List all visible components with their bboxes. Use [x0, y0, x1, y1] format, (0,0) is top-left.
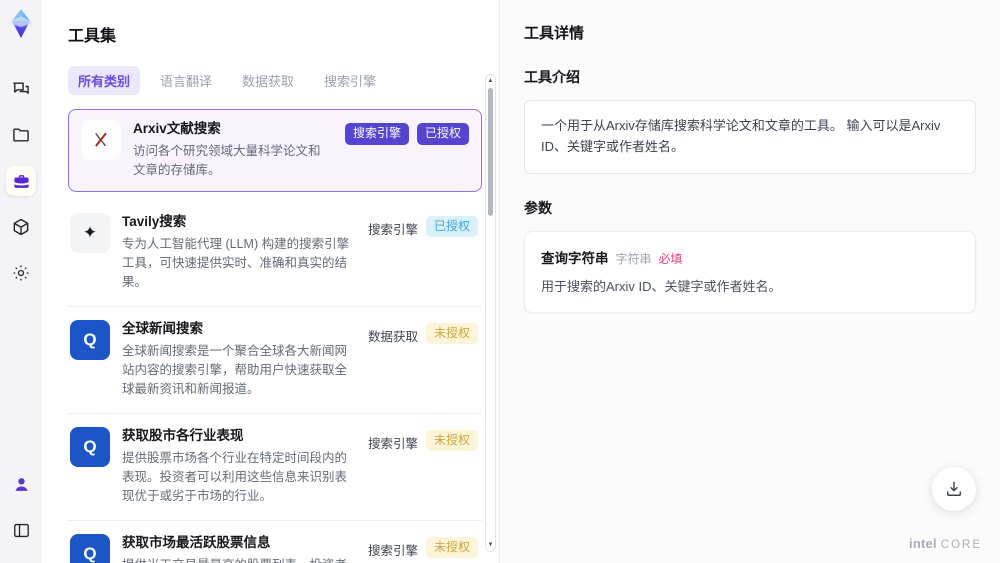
detail-title: 工具详情 [524, 25, 585, 42]
scrollbar-thumb[interactable] [488, 88, 493, 216]
intro-heading: 工具介绍 [524, 69, 580, 85]
category-label: 搜索引擎 [367, 436, 418, 451]
tool-detail-panel: 工具详情 工具介绍 一个用于从Arxiv存储库搜索科学论文和文章的工具。 输入可… [500, 0, 1000, 563]
left-rail [0, 0, 42, 563]
settings-gear-icon[interactable] [6, 258, 36, 288]
folder-icon[interactable] [6, 120, 36, 150]
list-scrollbar[interactable]: ▲ ▼ [485, 74, 496, 552]
auth-status-badge: 已授权 [416, 123, 469, 145]
chat-icon[interactable] [6, 74, 36, 104]
scroll-down-arrow-icon[interactable]: ▼ [486, 540, 495, 550]
tool-info: Tavily搜索 专为人工智能代理 (LLM) 构建的搜索引擎工具，可快速提供实… [122, 213, 356, 293]
tool-name: 获取市场最活跃股票信息 [122, 534, 271, 550]
tab-language-translation[interactable]: 语言翻译 [150, 66, 222, 95]
tool-description: 提供当天交易量最高的股票列表。投资者可以利用这些信息来识别流动性强的股票和潜在的… [122, 556, 352, 563]
tool-intro-text: 一个用于从Arxiv存储库搜索科学论文和文章的工具。 输入可以是Arxiv ID… [524, 100, 976, 174]
tavily-logo-icon: ✦ [70, 212, 110, 253]
collapse-panel-icon[interactable] [6, 515, 36, 545]
download-button[interactable] [932, 467, 976, 511]
tool-list-panel: 工具集 所有类别 语言翻译 数据获取 搜索引擎 Arxiv文献搜索 访问各个研究… [42, 0, 500, 563]
tool-card-global-news[interactable]: Q 全球新闻搜索 全球新闻搜索是一个聚合全球各大新闻网站内容的搜索引擎，帮助用户… [68, 307, 482, 414]
tool-name: 获取股市各行业表现 [122, 427, 244, 443]
tool-name: 全球新闻搜索 [122, 320, 203, 336]
user-avatar-icon[interactable] [6, 469, 36, 499]
tool-list: Arxiv文献搜索 访问各个研究领域大量科学论文和文章的存储库。 搜索引擎 已授… [68, 109, 482, 563]
auth-status-badge: 已授权 [425, 215, 478, 238]
tab-search-engine[interactable]: 搜索引擎 [314, 66, 386, 95]
tool-info: 获取市场最活跃股票信息 提供当天交易量最高的股票列表。投资者可以利用这些信息来识… [122, 534, 356, 563]
auth-status-badge: 未授权 [425, 536, 478, 559]
brand-core: CORE [940, 539, 982, 551]
active-stocks-logo-icon: Q [70, 533, 110, 563]
category-label: 数据获取 [367, 329, 418, 344]
param-required-flag: 必填 [658, 251, 683, 266]
tool-card-arxiv[interactable]: Arxiv文献搜索 访问各个研究领域大量科学论文和文章的存储库。 搜索引擎 已授… [68, 109, 482, 192]
auth-status-badge: 未授权 [425, 429, 478, 452]
category-label: 搜索引擎 [367, 222, 418, 237]
app-logo-icon [5, 8, 37, 40]
app-window: 工具集 所有类别 语言翻译 数据获取 搜索引擎 Arxiv文献搜索 访问各个研究… [0, 0, 1000, 563]
params-heading: 参数 [524, 199, 552, 216]
param-description: 用于搜索的Arxiv ID、关键字或作者姓名。 [541, 278, 782, 294]
tool-info: 全球新闻搜索 全球新闻搜索是一个聚合全球各大新闻网站内容的搜索引擎，帮助用户快速… [122, 320, 356, 400]
toolbox-icon[interactable] [6, 166, 36, 196]
param-type: 字符串 [615, 251, 652, 266]
category-badge: 搜索引擎 [344, 123, 409, 145]
tool-name: Arxiv文献搜索 [133, 121, 221, 136]
page-title: 工具集 [68, 28, 117, 45]
download-icon [947, 481, 961, 496]
intel-core-logo: intel CORE [909, 536, 982, 551]
tool-card-stock-sectors[interactable]: Q 获取股市各行业表现 提供股票市场各个行业在特定时间段内的表现。投资者可以利用… [68, 414, 482, 521]
tool-badges: 搜索引擎 已授权 [368, 213, 478, 238]
param-name: 查询字符串 [541, 250, 609, 266]
category-label: 搜索引擎 [367, 543, 418, 558]
tool-badges: 数据获取 未授权 [368, 320, 478, 345]
news-search-logo-icon: Q [70, 319, 110, 360]
tool-card-tavily[interactable]: ✦ Tavily搜索 专为人工智能代理 (LLM) 构建的搜索引擎工具，可快速提… [68, 200, 482, 307]
brand-intel: intel [909, 536, 937, 551]
category-tabs: 所有类别 语言翻译 数据获取 搜索引擎 [68, 66, 481, 95]
scroll-up-arrow-icon[interactable]: ▲ [486, 76, 495, 86]
tool-info: 获取股市各行业表现 提供股票市场各个行业在特定时间段内的表现。投资者可以利用这些… [122, 427, 356, 507]
tool-description: 提供股票市场各个行业在特定时间段内的表现。投资者可以利用这些信息来识别表现优于或… [122, 450, 348, 504]
auth-status-badge: 未授权 [425, 322, 478, 345]
tool-description: 访问各个研究领域大量科学论文和文章的存储库。 [133, 143, 321, 178]
param-card: 查询字符串 字符串 必填 用于搜索的Arxiv ID、关键字或作者姓名。 [524, 230, 976, 313]
tool-card-active-stocks[interactable]: Q 获取市场最活跃股票信息 提供当天交易量最高的股票列表。投资者可以利用这些信息… [68, 521, 482, 563]
tool-description: 全球新闻搜索是一个聚合全球各大新闻网站内容的搜索引擎，帮助用户快速获取全球最新资… [122, 343, 348, 397]
tool-badges: 搜索引擎 未授权 [368, 534, 478, 559]
tool-badges: 搜索引擎 已授权 [344, 120, 469, 145]
tool-info: Arxiv文献搜索 访问各个研究领域大量科学论文和文章的存储库。 [133, 120, 333, 181]
tool-description: 专为人工智能代理 (LLM) 构建的搜索引擎工具，可快速提供实时、准确和真实的结… [122, 236, 350, 290]
tab-data-fetch[interactable]: 数据获取 [232, 66, 304, 95]
stock-sector-logo-icon: Q [70, 426, 110, 467]
param-header: 查询字符串 字符串 必填 [541, 247, 959, 267]
cube-icon[interactable] [6, 212, 36, 242]
arxiv-logo-icon [81, 120, 121, 160]
tool-badges: 搜索引擎 未授权 [368, 427, 478, 452]
tab-all-categories[interactable]: 所有类别 [68, 66, 141, 95]
tool-name: Tavily搜索 [122, 213, 187, 229]
